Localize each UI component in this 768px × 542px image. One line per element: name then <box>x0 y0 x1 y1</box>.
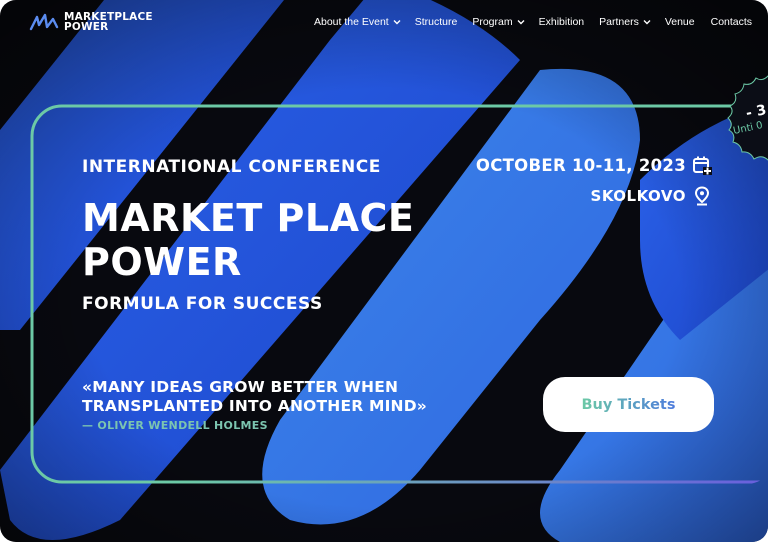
hero-title-line1: MARKET PLACE <box>82 196 415 240</box>
chevron-down-icon <box>517 20 525 25</box>
chevron-down-icon <box>643 20 651 25</box>
buy-tickets-label: Buy Tickets <box>581 396 676 413</box>
brand-name: MARKETPLACE POWER <box>64 12 153 33</box>
nav-item-partners[interactable]: Partners <box>599 16 651 28</box>
nav-label: Contacts <box>710 16 753 28</box>
brand-logo[interactable]: MARKETPLACE POWER <box>29 12 153 32</box>
nav-label: Structure <box>414 16 458 28</box>
top-navigation: MARKETPLACE POWER About the Event Struct… <box>0 0 768 44</box>
hero-quote-line2: TRANSPLANTED INTO ANOTHER MIND» <box>82 397 428 415</box>
hero-quote: «MANY IDEAS GROW BETTER WHEN TRANSPLANTE… <box>82 378 427 416</box>
nav-label: Exhibition <box>538 16 585 28</box>
nav-item-contacts[interactable]: Contacts <box>711 16 752 28</box>
hero-eyebrow: INTERNATIONAL CONFERENCE <box>82 157 381 177</box>
nav-label: Partners <box>599 16 639 28</box>
nav-label: Program <box>472 16 513 28</box>
quote-author: — OLIVER WENDELL HOLMES <box>82 419 268 432</box>
hero-subtitle: FORMULA FOR SUCCESS <box>82 294 323 314</box>
event-date-text: OCTOBER 10-11, 2023 <box>475 155 686 175</box>
nav-item-structure[interactable]: Structure <box>415 16 458 28</box>
chevron-down-icon <box>393 20 401 25</box>
nav-item-program[interactable]: Program <box>472 16 525 28</box>
buy-tickets-button[interactable]: Buy Tickets <box>543 377 714 432</box>
calendar-plus-icon[interactable] <box>692 155 712 175</box>
event-venue: SKOLKOVO <box>591 186 710 206</box>
event-date: OCTOBER 10-11, 2023 <box>476 155 712 175</box>
hero-title: MARKET PLACE POWER <box>82 196 414 284</box>
map-pin-icon[interactable] <box>694 186 710 206</box>
nav-label: About the Event <box>314 16 389 28</box>
nav-label: Venue <box>664 16 695 28</box>
event-venue-text: SKOLKOVO <box>590 187 686 205</box>
hero-quote-line1: «MANY IDEAS GROW BETTER WHEN <box>82 378 399 396</box>
page-frame: MARKETPLACE POWER About the Event Struct… <box>0 0 768 542</box>
nav-item-venue[interactable]: Venue <box>665 16 695 28</box>
nav-item-about[interactable]: About the Event <box>314 16 401 28</box>
nav-item-exhibition[interactable]: Exhibition <box>539 16 585 28</box>
hero-title-line2: POWER <box>82 240 242 284</box>
brand-line2: POWER <box>64 21 109 33</box>
nav-menu: About the Event Structure Program Exhibi… <box>314 16 752 28</box>
wave-logo-icon <box>29 13 59 31</box>
